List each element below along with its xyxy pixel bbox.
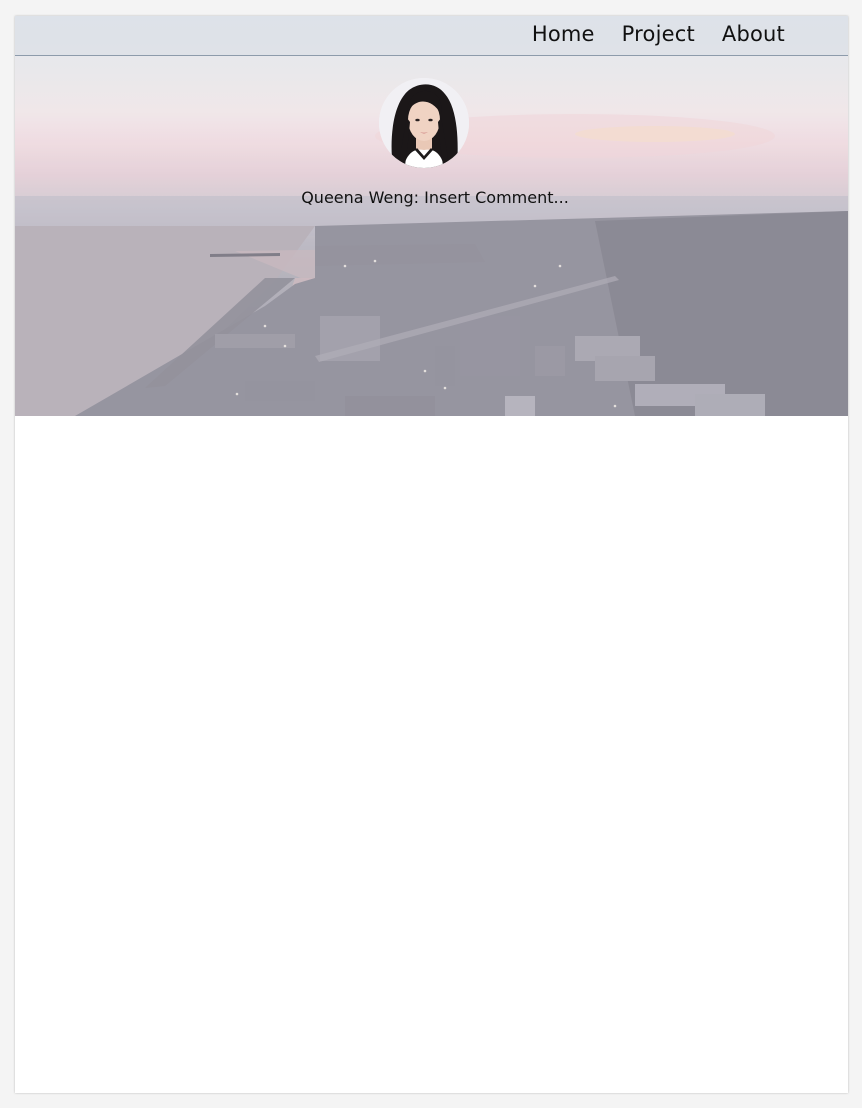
cityscape-background <box>15 16 848 416</box>
page-container: Home Project About Queena Weng: Insert C… <box>15 16 848 1093</box>
main-content-area <box>15 416 848 1093</box>
hero-banner: Home Project About Queena Weng: Insert C… <box>15 16 848 416</box>
avatar <box>379 78 469 168</box>
nav-links: Home Project About <box>532 22 785 46</box>
nav-about-link[interactable]: About <box>722 22 785 46</box>
profile-tagline: Queena Weng: Insert Comment... <box>301 188 569 207</box>
nav-project-link[interactable]: Project <box>622 22 695 46</box>
top-navbar: Home Project About <box>15 16 848 56</box>
profile-photo-icon <box>379 78 469 168</box>
nav-home-link[interactable]: Home <box>532 22 595 46</box>
